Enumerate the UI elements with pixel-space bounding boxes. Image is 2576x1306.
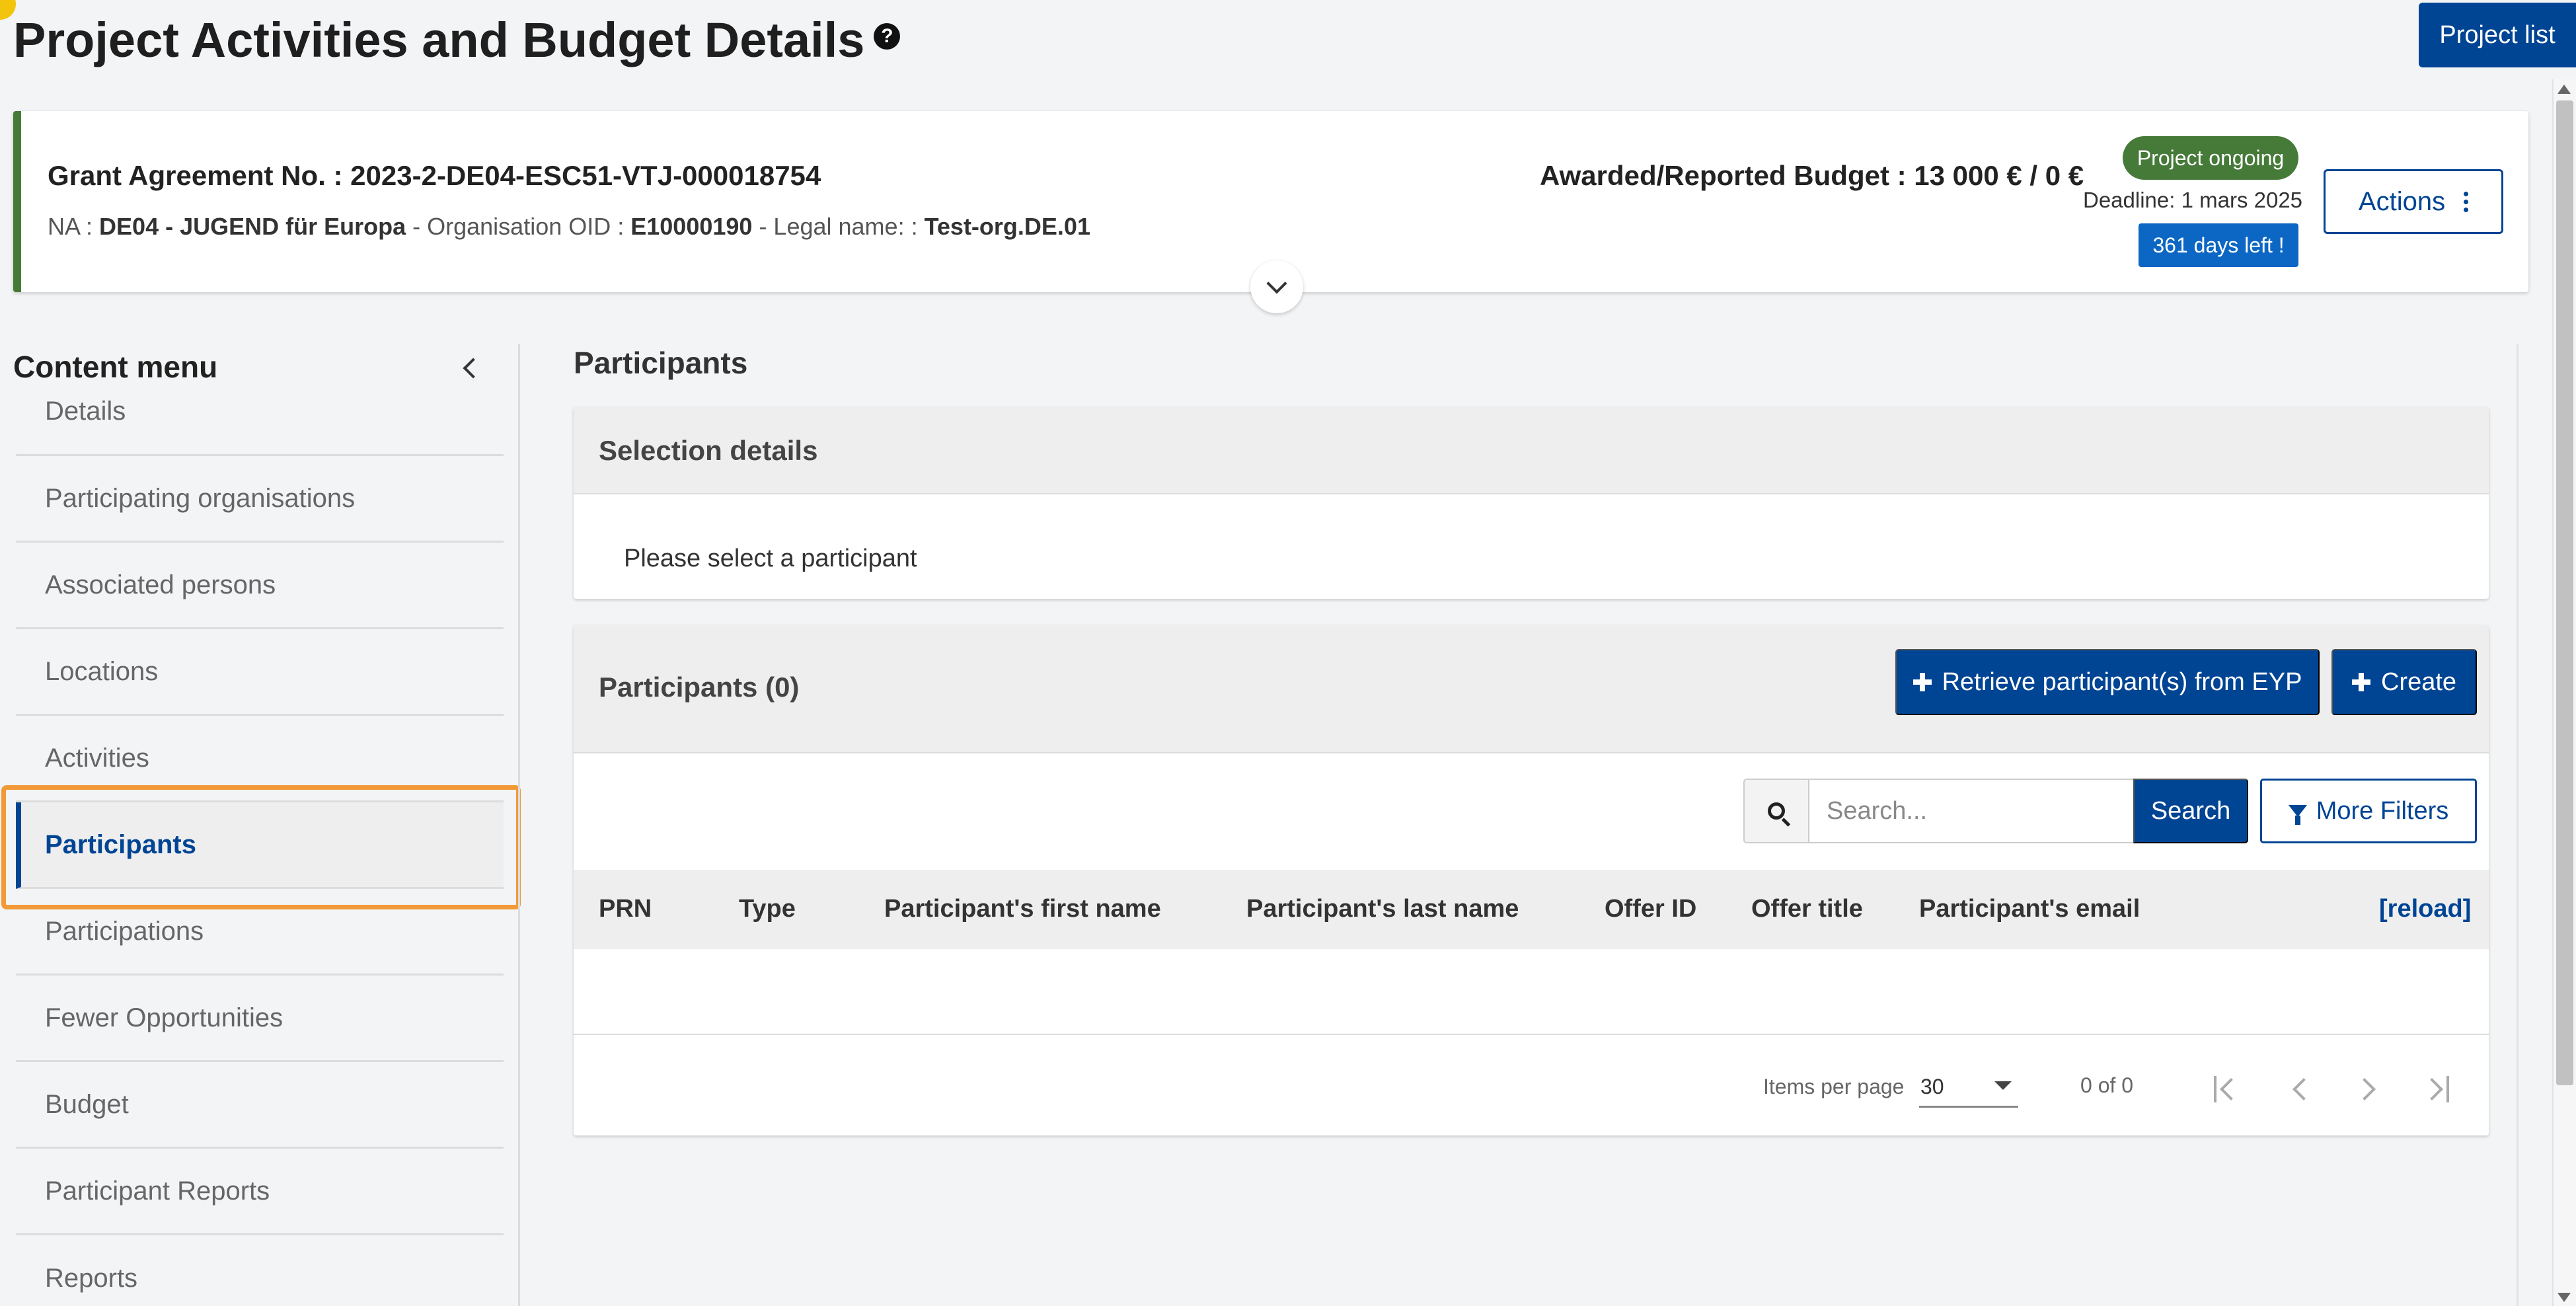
- participants-title: Participants (0): [599, 672, 800, 703]
- sidebar-item-participant-reports[interactable]: Participant Reports: [16, 1149, 504, 1235]
- sidebar-item-participants[interactable]: Participants: [16, 802, 504, 889]
- collapse-menu-button[interactable]: [453, 352, 486, 385]
- actions-button[interactable]: Actions: [2324, 169, 2503, 234]
- sidebar-item-details[interactable]: Details: [16, 383, 504, 456]
- sidebar-item-participations[interactable]: Participations: [16, 889, 504, 976]
- plus-icon: [1913, 673, 1932, 691]
- scrollbar-thumb[interactable]: [2556, 100, 2573, 1085]
- grant-agreement-number: Grant Agreement No. : 2023-2-DE04-ESC51-…: [48, 160, 821, 191]
- project-list-button[interactable]: Project list: [2419, 3, 2576, 67]
- days-left-badge: 361 days left !: [2139, 223, 2298, 267]
- chevron-left-icon: [2220, 1078, 2242, 1100]
- scroll-up-icon[interactable]: [2557, 85, 2571, 94]
- caret-down-icon: [1994, 1081, 2012, 1090]
- create-label: Create: [2380, 668, 2457, 696]
- search-icon: [1768, 802, 1785, 820]
- question-circle-icon[interactable]: ?: [874, 22, 901, 50]
- section-title: Participants: [574, 346, 748, 380]
- sidebar-item-locations[interactable]: Locations: [16, 629, 504, 716]
- sidebar-item-budget[interactable]: Budget: [16, 1062, 504, 1149]
- column-offer-title[interactable]: Offer title: [1751, 895, 1863, 923]
- expand-card-button[interactable]: [1250, 260, 1303, 313]
- selection-details-title: Selection details: [599, 435, 818, 466]
- search-icon-box: [1743, 779, 1808, 843]
- page-title: Project Activities and Budget Details ?: [13, 12, 901, 68]
- selection-placeholder-text: Please select a participant: [624, 545, 917, 572]
- search-button[interactable]: Search: [2133, 779, 2248, 843]
- column-email[interactable]: Participant's email: [1919, 895, 2140, 923]
- status-badge: Project ongoing: [2123, 136, 2298, 180]
- pagination-range: 0 of 0: [2080, 1073, 2134, 1097]
- chevron-left-icon: [2292, 1078, 2315, 1100]
- legal-name-value: Test-org.DE.01: [924, 213, 1090, 240]
- reload-link[interactable]: [reload]: [2379, 895, 2471, 923]
- sidebar-item-reports[interactable]: Reports: [16, 1235, 504, 1306]
- previous-page-button[interactable]: [2277, 1069, 2324, 1109]
- chevron-right-icon: [2353, 1078, 2376, 1100]
- actions-label: Actions: [2358, 186, 2446, 216]
- first-page-icon: [2214, 1076, 2216, 1102]
- content-right-border: [2517, 344, 2519, 1306]
- content-menu-list: Details Participating organisations Asso…: [16, 383, 504, 1306]
- chevron-down-icon: [1266, 273, 1287, 294]
- last-page-button[interactable]: [2413, 1069, 2460, 1109]
- more-filters-label: More Filters: [2316, 796, 2449, 825]
- sidebar-item-associated-persons[interactable]: Associated persons: [16, 543, 504, 629]
- next-page-button[interactable]: [2345, 1069, 2391, 1109]
- table-divider: [574, 1034, 2489, 1035]
- more-filters-button[interactable]: More Filters: [2260, 779, 2477, 843]
- budget-summary: Awarded/Reported Budget : 13 000 € / 0 €: [1540, 160, 2084, 191]
- table-header-row: [574, 870, 2489, 949]
- retrieve-label: Retrieve participant(s) from EYP: [1942, 668, 2302, 696]
- column-type[interactable]: Type: [739, 895, 796, 923]
- sidebar-item-participating-organisations[interactable]: Participating organisations: [16, 456, 504, 543]
- chevron-left-icon: [463, 358, 484, 379]
- plus-icon: [2351, 673, 2370, 691]
- last-page-icon: [2446, 1076, 2449, 1102]
- column-offer-id[interactable]: Offer ID: [1605, 895, 1696, 923]
- oid-value: E10000190: [630, 213, 753, 240]
- na-value: DE04 - JUGEND für Europa: [99, 213, 406, 240]
- kebab-menu-icon: [2464, 191, 2469, 212]
- filter-icon: [2288, 805, 2307, 825]
- chevron-right-icon: [2421, 1078, 2443, 1100]
- legal-name-label: - Legal name: :: [752, 213, 925, 240]
- column-first-name[interactable]: Participant's first name: [884, 895, 1161, 923]
- sidebar-item-activities[interactable]: Activities: [16, 716, 504, 802]
- oid-label: - Organisation OID :: [406, 213, 631, 240]
- search-input[interactable]: [1808, 779, 2135, 843]
- content-menu-title: Content menu: [13, 350, 218, 384]
- na-label: NA :: [48, 213, 100, 240]
- column-prn[interactable]: PRN: [599, 895, 652, 923]
- scroll-down-icon[interactable]: [2557, 1293, 2571, 1302]
- selection-details-header: [574, 407, 2489, 494]
- grant-organisation-info: NA : DE04 - JUGEND für Europa - Organisa…: [48, 213, 1090, 241]
- items-per-page-value: 30: [1920, 1075, 1944, 1098]
- column-last-name[interactable]: Participant's last name: [1246, 895, 1519, 923]
- items-per-page-label: Items per page: [1763, 1075, 1905, 1098]
- deadline-text: Deadline: 1 mars 2025: [2083, 188, 2303, 212]
- create-button[interactable]: Create: [2331, 649, 2477, 715]
- sidebar-item-fewer-opportunities[interactable]: Fewer Opportunities: [16, 976, 504, 1062]
- page-title-text: Project Activities and Budget Details: [13, 13, 865, 67]
- sidebar-divider: [518, 344, 520, 1306]
- first-page-button[interactable]: [2203, 1069, 2250, 1109]
- retrieve-participants-button[interactable]: Retrieve participant(s) from EYP: [1895, 649, 2320, 715]
